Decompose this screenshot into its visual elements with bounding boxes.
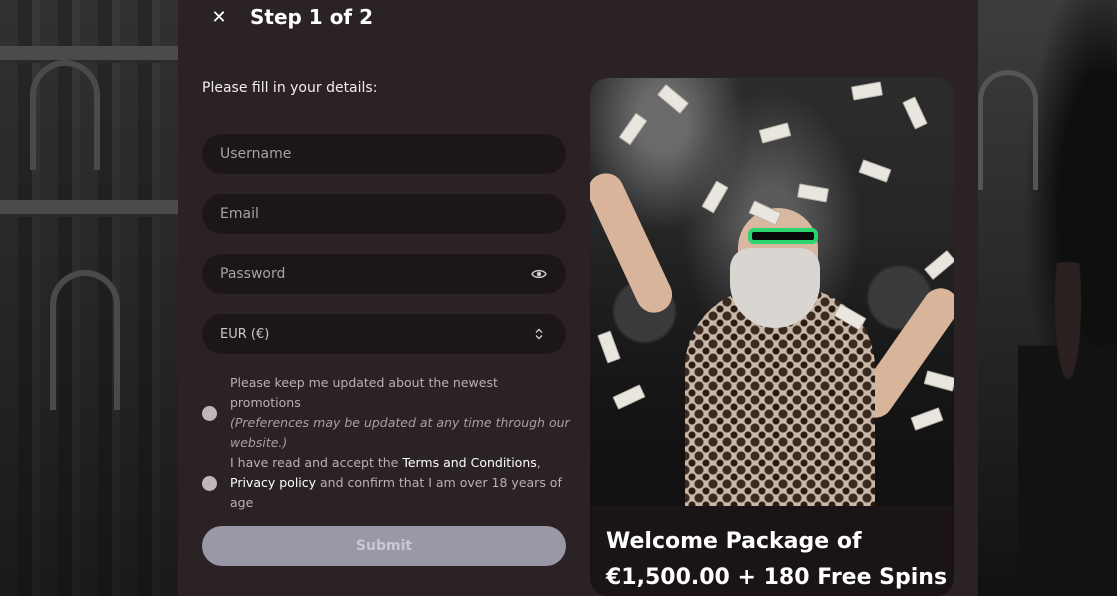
background-figure [1018,262,1117,596]
promotions-consent-label: Please keep me updated about the newest … [230,373,572,453]
promo-text: Welcome Package of €1,500.00 + 180 Free … [590,506,954,596]
terms-consent-checkbox[interactable] [202,475,217,491]
promotions-consent-checkbox[interactable] [202,405,217,421]
promotions-consent-note: (Preferences may be updated at any time … [230,415,570,450]
terms-link[interactable]: Terms and Conditions [402,455,536,470]
flying-bill [657,83,689,115]
password-field[interactable] [202,254,566,294]
chevron-updown-icon [530,325,548,343]
step-title: Step 1 of 2 [250,5,374,29]
building-dome [978,70,1038,190]
eye-icon[interactable] [531,265,548,283]
promo-image [590,78,954,508]
currency-select[interactable]: EUR (€) [202,314,566,354]
registration-modal: ✕ Step 1 of 2 Please fill in your detail… [178,0,978,596]
submit-button[interactable]: Submit [202,526,566,566]
promo-offer: €1,500.00 + 180 Free Spins [606,565,948,590]
terms-comma: , [536,455,541,470]
flying-bill [701,180,729,214]
building-arch [50,270,120,410]
promo-headline: Welcome Package of [606,529,862,554]
building-cornice [0,46,178,60]
password-input[interactable] [220,266,531,282]
welcome-promo-card: Welcome Package of €1,500.00 + 180 Free … [590,78,954,596]
flying-bill [851,81,883,101]
terms-consent-row[interactable]: I have read and accept the Terms and Con… [202,453,572,513]
terms-consent-label: I have read and accept the Terms and Con… [230,453,572,513]
email-field[interactable] [202,194,566,234]
modal-header: ✕ Step 1 of 2 [178,0,978,40]
building-cornice [0,200,178,214]
flying-bill [797,183,829,203]
background-building-left [0,0,178,596]
username-input[interactable] [220,146,548,162]
form-intro: Please fill in your details: [202,80,378,96]
email-input[interactable] [220,206,548,222]
promotions-consent-text: Please keep me updated about the newest … [230,375,498,410]
privacy-link[interactable]: Privacy policy [230,475,316,490]
flying-bill [758,122,792,144]
flying-bill [858,159,892,183]
flying-bill [902,96,928,130]
promo-man-sunglasses [748,228,818,244]
terms-prefix: I have read and accept the [230,455,403,470]
building-arch [30,60,100,170]
username-field[interactable] [202,134,566,174]
promotions-consent-row[interactable]: Please keep me updated about the newest … [202,373,572,453]
close-icon[interactable]: ✕ [208,6,230,30]
currency-select-value: EUR (€) [220,326,270,342]
background-building-right [978,0,1117,596]
flying-bill [618,112,648,146]
